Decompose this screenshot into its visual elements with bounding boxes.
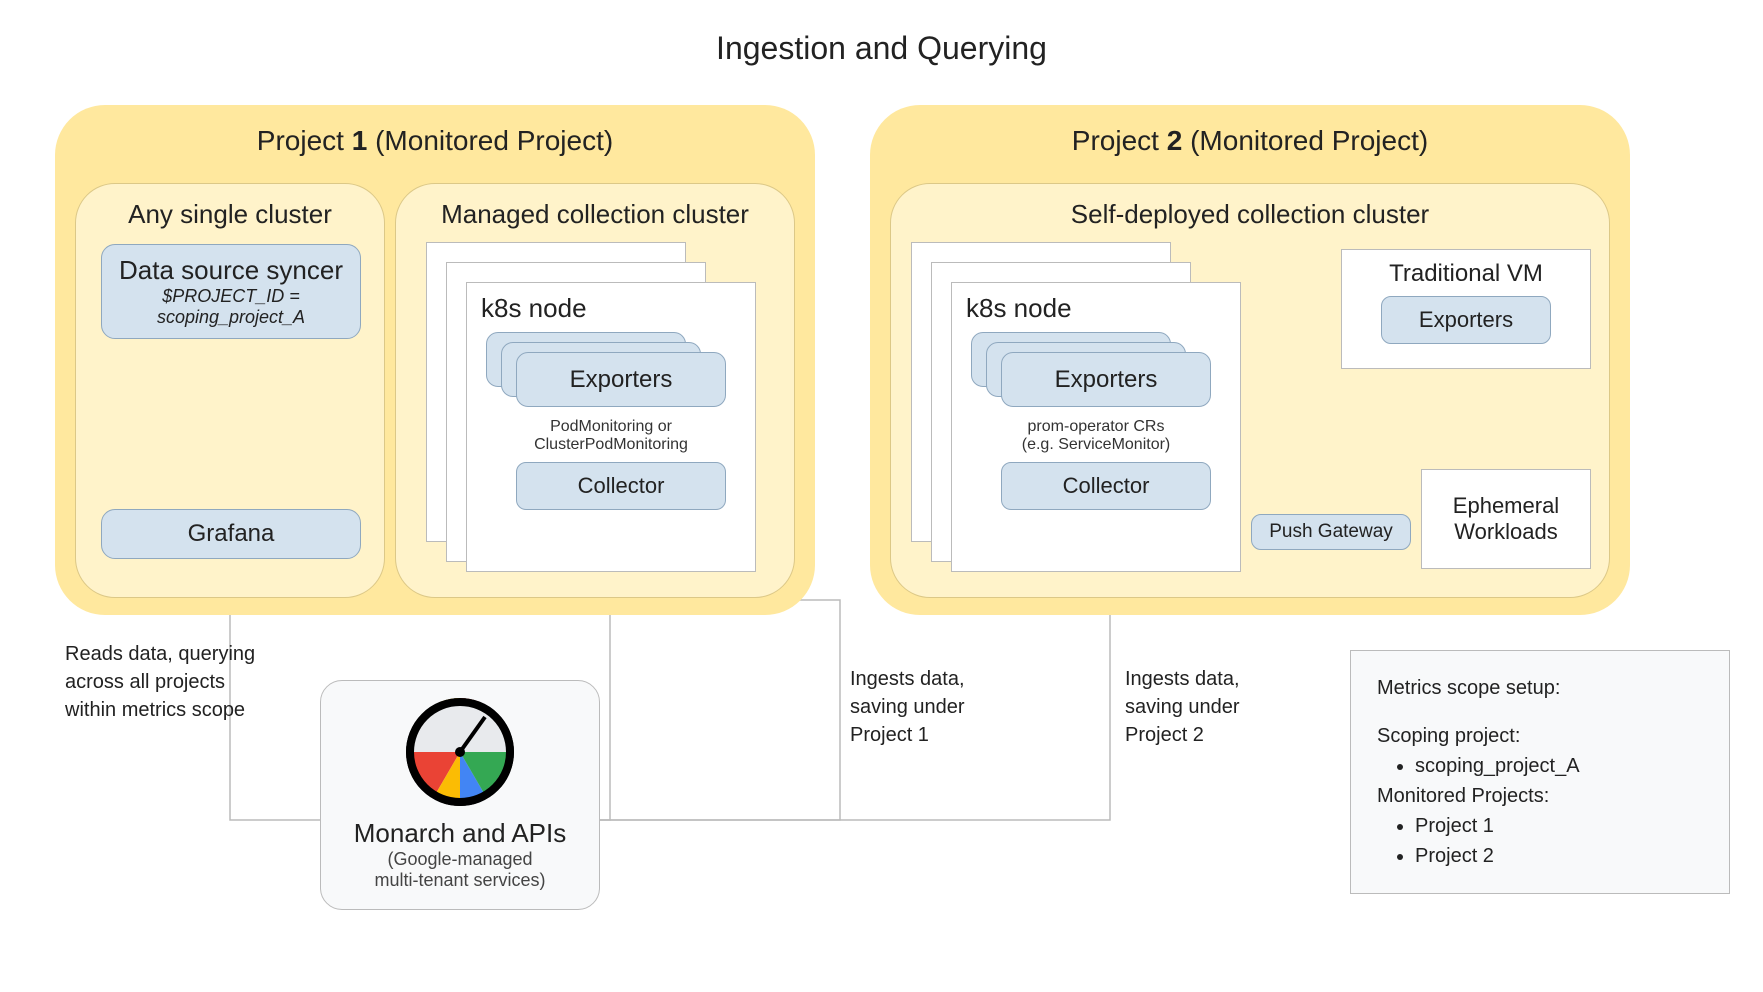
monarch-sub2: multi-tenant services) — [341, 870, 579, 891]
crd-line1-p1: PodMonitoring or — [481, 418, 741, 436]
data-source-syncer-chip: Data source syncer $PROJECT_ID = scoping… — [101, 244, 361, 339]
k8s-card-front-p2: k8s node Exporters prom-operator CRs (e.… — [951, 282, 1241, 572]
single-cluster-box: Any single cluster Data source syncer $P… — [75, 183, 385, 598]
traditional-vm-label: Traditional VM — [1356, 260, 1576, 288]
self-cluster-title: Self-deployed collection cluster — [909, 199, 1591, 230]
project-1-box: Project 1 (Monitored Project) Any single… — [55, 105, 815, 615]
i1c: Project 1 — [850, 724, 929, 746]
exporters-stack-p2: Exporters — [966, 332, 1226, 402]
single-cluster-title: Any single cluster — [94, 199, 366, 230]
collector-chip-p2: Collector — [1001, 462, 1211, 510]
p1-num: 1 — [352, 125, 368, 156]
vm-exporters-chip: Exporters — [1381, 296, 1551, 344]
grafana-chip: Grafana — [101, 509, 361, 559]
crd-line1-p2: prom-operator CRs — [966, 418, 1226, 436]
info-title: Metrics scope setup: — [1377, 673, 1703, 703]
metrics-scope-info-box: Metrics scope setup: Scoping project: sc… — [1350, 650, 1730, 894]
monarch-box: Monarch and APIs (Google-managed multi-t… — [320, 680, 600, 910]
crd-line2-p2: (e.g. ServiceMonitor) — [966, 436, 1226, 454]
traditional-vm-box: Traditional VM Exporters — [1341, 249, 1591, 369]
exporters-chip-p1: Exporters — [516, 352, 726, 407]
managed-cluster-box: Managed collection cluster k8s node Expo… — [395, 183, 795, 598]
monarch-gauge-icon — [405, 697, 515, 807]
i2b: saving under — [1125, 696, 1240, 718]
monitored-p2: Project 2 — [1415, 841, 1703, 871]
p2-num: 2 — [1167, 125, 1183, 156]
scoping-label: Scoping project: — [1377, 721, 1703, 751]
ephemeral-label: Ephemeral Workloads — [1436, 493, 1576, 545]
managed-cluster-title: Managed collection cluster — [414, 199, 776, 230]
exporters-chip-p2: Exporters — [1001, 352, 1211, 407]
reads-text: Reads data, querying across all projects… — [65, 643, 255, 721]
ingest1-annotation: Ingests data, saving under Project 1 — [850, 665, 965, 749]
collector-label-p1: Collector — [578, 473, 665, 498]
syncer-title: Data source syncer — [119, 255, 343, 285]
syncer-l2: scoping_project_A — [116, 307, 346, 328]
syncer-l1: $PROJECT_ID = — [116, 286, 346, 307]
k8s-node-label-p2: k8s node — [966, 293, 1226, 324]
i2a: Ingests data, — [1125, 668, 1240, 690]
p2-suffix: (Monitored Project) — [1182, 125, 1428, 156]
collector-chip-p1: Collector — [516, 462, 726, 510]
k8s-card-front: k8s node Exporters PodMonitoring or Clus… — [466, 282, 756, 572]
vm-exporters-label: Exporters — [1419, 307, 1513, 332]
diagram-title: Ingestion and Querying — [716, 30, 1047, 67]
push-gateway-label: Push Gateway — [1269, 521, 1393, 542]
reads-annotation: Reads data, querying across all projects… — [65, 640, 265, 724]
collector-label-p2: Collector — [1063, 473, 1150, 498]
project-2-box: Project 2 (Monitored Project) Self-deplo… — [870, 105, 1630, 615]
k8s-node-label-p1: k8s node — [481, 293, 741, 324]
p2-prefix: Project — [1072, 125, 1167, 156]
ingest2-annotation: Ingests data, saving under Project 2 — [1125, 665, 1240, 749]
i1a: Ingests data, — [850, 668, 965, 690]
project-1-title: Project 1 (Monitored Project) — [75, 125, 795, 157]
monitored-p1: Project 1 — [1415, 811, 1703, 841]
project-2-title: Project 2 (Monitored Project) — [890, 125, 1610, 157]
i2c: Project 2 — [1125, 724, 1204, 746]
grafana-label: Grafana — [188, 520, 275, 547]
exporters-stack-p1: Exporters — [481, 332, 741, 402]
p1-prefix: Project — [257, 125, 352, 156]
push-gateway-chip: Push Gateway — [1251, 514, 1411, 550]
p1-suffix: (Monitored Project) — [367, 125, 613, 156]
ephemeral-box: Ephemeral Workloads — [1421, 469, 1591, 569]
self-cluster-box: Self-deployed collection cluster k8s nod… — [890, 183, 1610, 598]
monarch-sub1: (Google-managed — [341, 849, 579, 870]
crd-line2-p1: ClusterPodMonitoring — [481, 436, 741, 454]
monitored-label: Monitored Projects: — [1377, 781, 1703, 811]
i1b: saving under — [850, 696, 965, 718]
scoping-value: scoping_project_A — [1415, 751, 1703, 781]
monarch-title: Monarch and APIs — [341, 818, 579, 849]
